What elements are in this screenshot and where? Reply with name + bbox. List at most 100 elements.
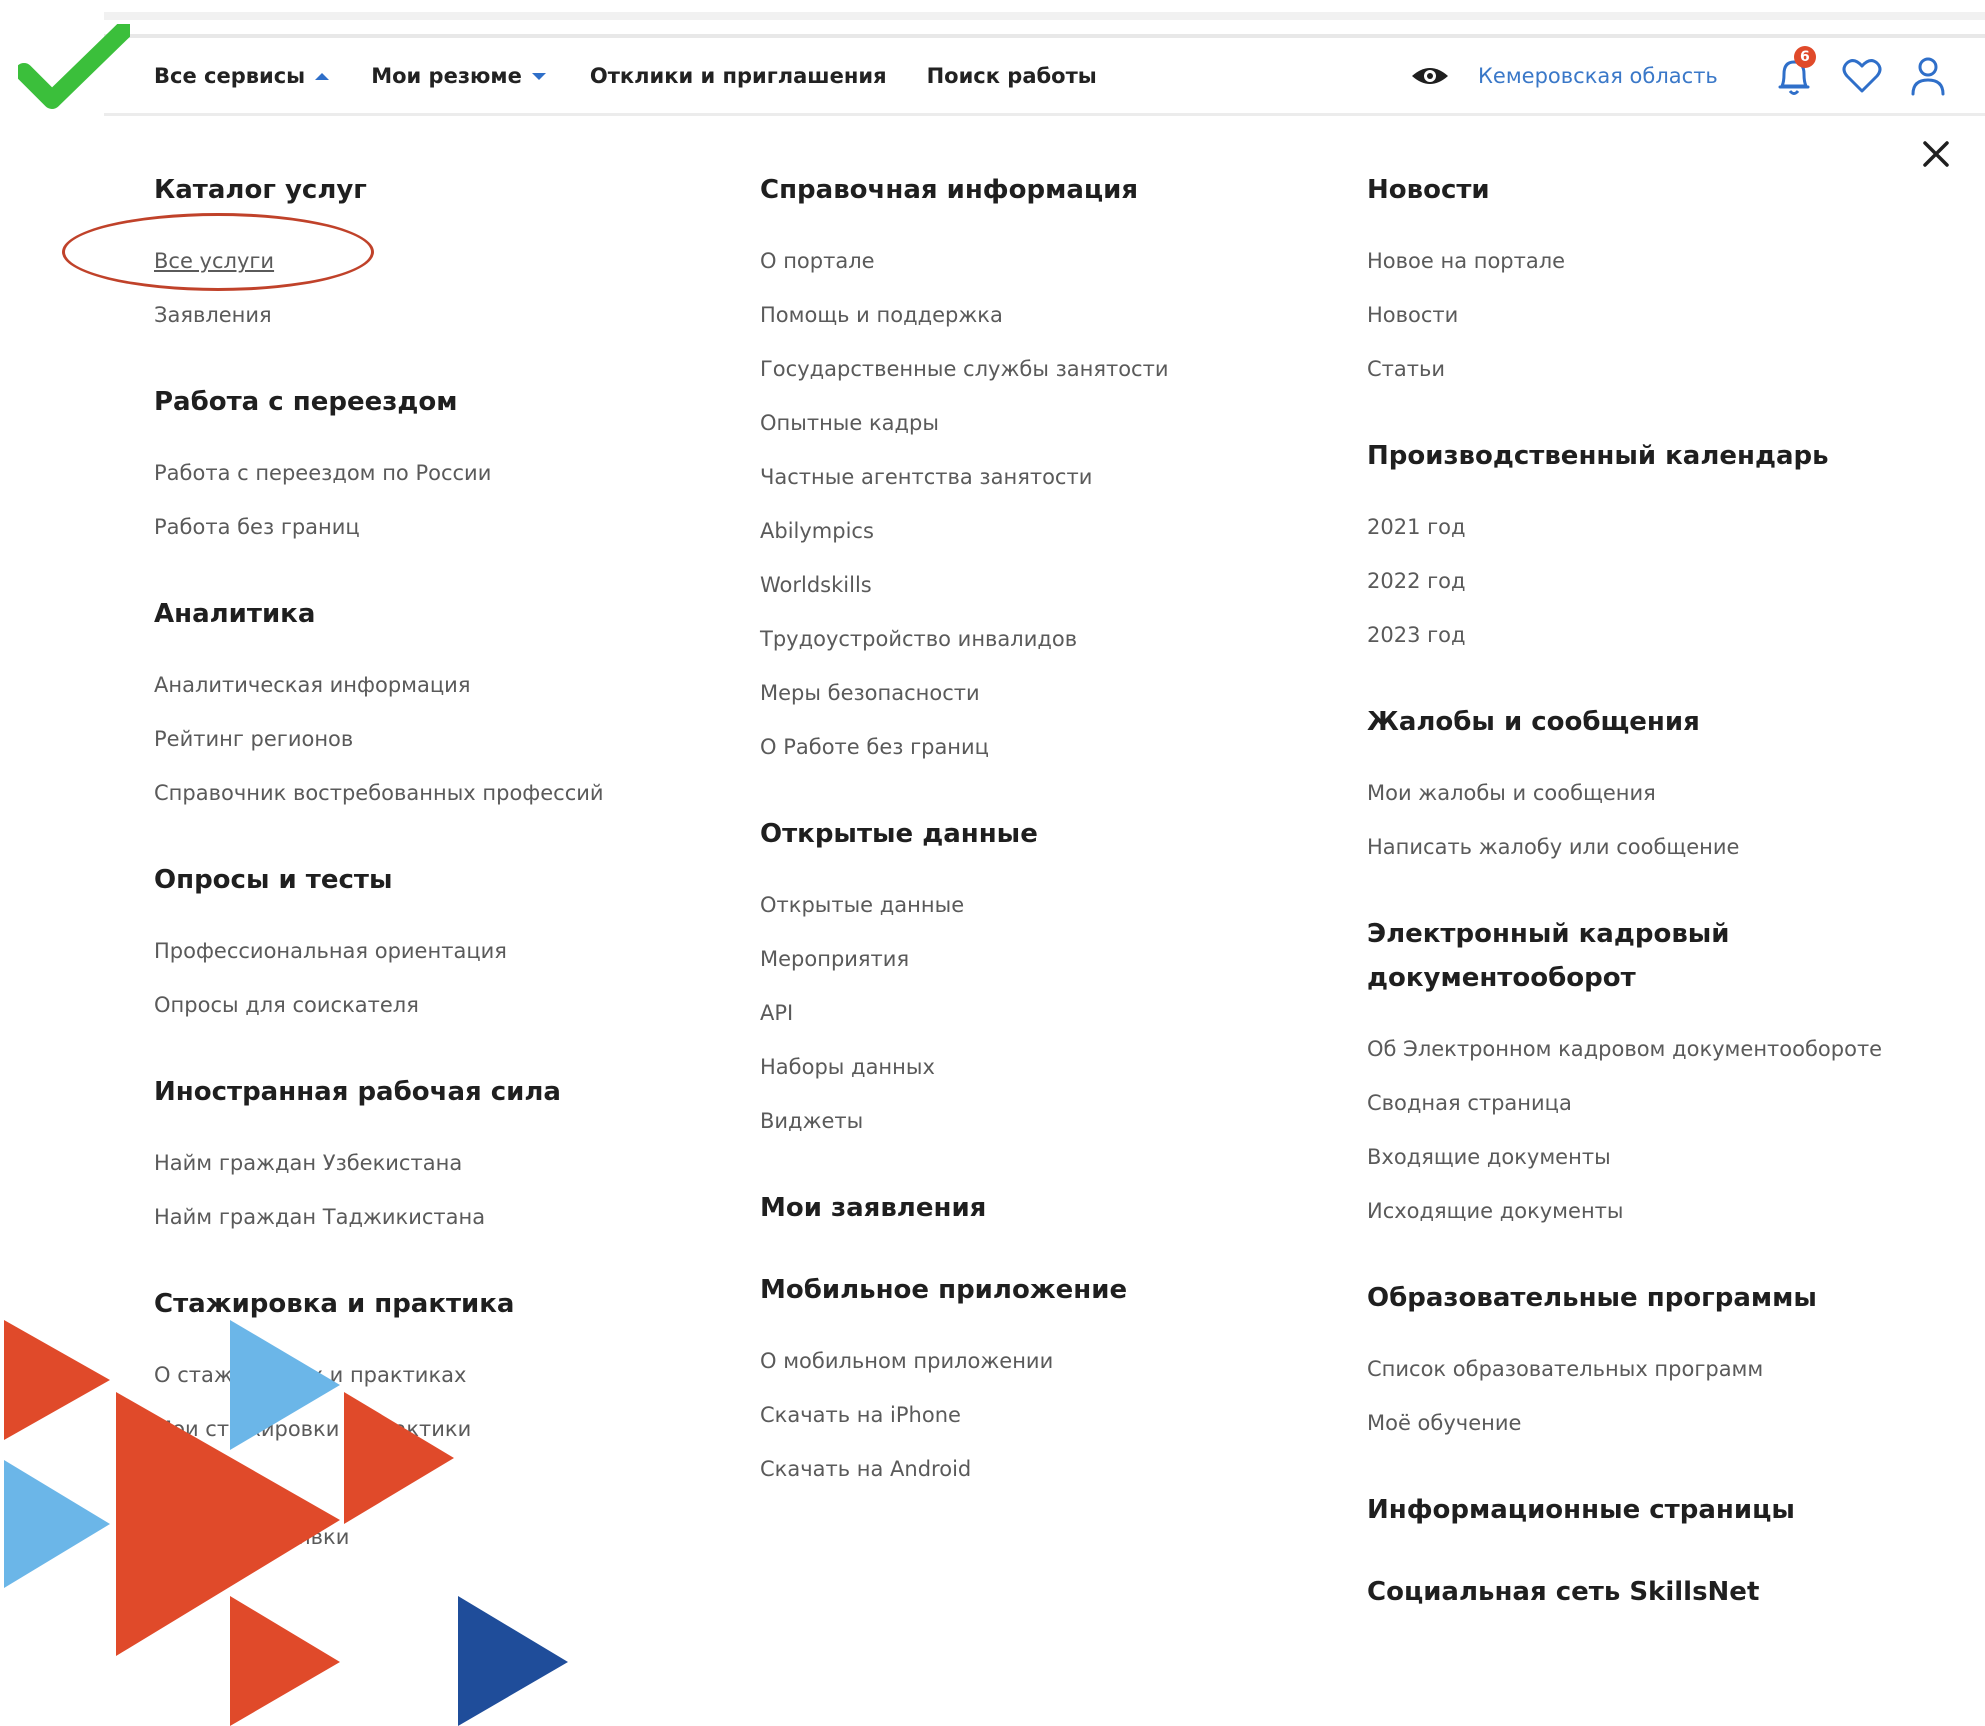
section-news: Новости Новое на портале Новости Статьи	[1367, 168, 1927, 396]
nav-my-resumes-label: Мои резюме	[371, 64, 522, 88]
menu-link[interactable]: Аналитическая информация	[154, 658, 714, 712]
menu-link[interactable]: Найм граждан Узбекистана	[154, 1136, 714, 1190]
section-title: Электронный кадровый документооборот	[1367, 919, 1730, 993]
menu-link[interactable]: Скачать на iPhone	[760, 1388, 1320, 1442]
top-border-2	[104, 34, 1985, 38]
section-title: Новости	[1367, 175, 1490, 205]
section-title: Производственный календарь	[1367, 441, 1829, 471]
menu-link[interactable]: Открытые данные	[760, 878, 1320, 932]
decorative-triangles	[4, 1320, 568, 1726]
menu-link[interactable]: Меры безопасности	[760, 666, 1320, 720]
menu-link[interactable]: О Работе без границ	[760, 720, 1320, 774]
nav-all-services-label: Все сервисы	[154, 64, 306, 88]
menu-column-3: Новости Новое на портале Новости Статьи …	[1367, 168, 1927, 1652]
nav-responses-label: Отклики и приглашения	[589, 64, 887, 88]
menu-link[interactable]: Abilympics	[760, 504, 1320, 558]
menu-link[interactable]: Частные агентства занятости	[760, 450, 1320, 504]
menu-link[interactable]: Моё обучение	[1367, 1396, 1927, 1450]
menu-link[interactable]: API	[760, 986, 1320, 1040]
menu-link[interactable]: Опытные кадры	[760, 396, 1320, 450]
nav-job-search[interactable]: Поиск работы	[927, 64, 1097, 88]
menu-link[interactable]: Worldskills	[760, 558, 1320, 612]
check-mark-logo[interactable]	[18, 24, 130, 110]
section-foreign-workforce: Иностранная рабочая сила Найм граждан Уз…	[154, 1070, 714, 1244]
menu-column-2: Справочная информация О портале Помощь и…	[760, 168, 1320, 1534]
section-title: Мобильное приложение	[760, 1275, 1128, 1305]
eye-icon[interactable]	[1410, 62, 1450, 90]
section-title-link[interactable]: Мои заявления	[760, 1186, 1320, 1230]
menu-link[interactable]: Помощь и поддержка	[760, 288, 1320, 342]
menu-link[interactable]: О мобильном приложении	[760, 1334, 1320, 1388]
menu-link[interactable]: Виджеты	[760, 1094, 1320, 1148]
heart-icon[interactable]	[1842, 57, 1882, 95]
caret-up-icon	[315, 72, 330, 80]
menu-link[interactable]: Мероприятия	[760, 932, 1320, 986]
menu-link[interactable]: Трудоустройство инвалидов	[760, 612, 1320, 666]
menu-link[interactable]: Сводная страница	[1367, 1076, 1927, 1130]
menu-link[interactable]: 2022 год	[1367, 554, 1927, 608]
menu-link[interactable]: Исходящие документы	[1367, 1184, 1927, 1238]
region-selector[interactable]: Кемеровская область	[1478, 64, 1718, 88]
menu-link[interactable]: Рейтинг регионов	[154, 712, 714, 766]
section-title: Образовательные программы	[1367, 1283, 1817, 1313]
section-title: Открытые данные	[760, 819, 1038, 849]
menu-link[interactable]: Написать жалобу или сообщение	[1367, 820, 1927, 874]
menu-link[interactable]: Государственные службы занятости	[760, 342, 1320, 396]
menu-link[interactable]: 2023 год	[1367, 608, 1927, 662]
section-title: Жалобы и сообщения	[1367, 707, 1700, 737]
notifications-button[interactable]: 6	[1774, 46, 1816, 98]
section-title: Каталог услуг	[154, 175, 367, 205]
section-skillsnet: Социальная сеть SkillsNet	[1367, 1570, 1927, 1614]
section-complaints: Жалобы и сообщения Мои жалобы и сообщени…	[1367, 700, 1927, 874]
caret-down-icon	[531, 72, 546, 80]
menu-link[interactable]: Работа с переездом по России	[154, 446, 714, 500]
menu-link[interactable]: Профессиональная ориентация	[154, 924, 714, 978]
menu-link[interactable]: Мои жалобы и сообщения	[1367, 766, 1927, 820]
close-icon[interactable]	[1920, 138, 1952, 170]
section-title: Аналитика	[154, 599, 316, 629]
section-title: Иностранная рабочая сила	[154, 1077, 561, 1107]
section-surveys: Опросы и тесты Профессиональная ориентац…	[154, 858, 714, 1032]
section-analytics: Аналитика Аналитическая информация Рейти…	[154, 592, 714, 820]
menu-link[interactable]: Входящие документы	[1367, 1130, 1927, 1184]
user-icon[interactable]	[1910, 56, 1946, 96]
menu-link[interactable]: Статьи	[1367, 342, 1927, 396]
link-applications[interactable]: Заявления	[154, 288, 714, 342]
section-title-link[interactable]: Социальная сеть SkillsNet	[1367, 1570, 1927, 1614]
header-actions: Кемеровская область 6	[1410, 46, 1946, 100]
section-title: Справочная информация	[760, 175, 1139, 205]
section-title-link[interactable]: Информационные страницы	[1367, 1488, 1927, 1532]
menu-link[interactable]: О портале	[760, 234, 1320, 288]
menu-link[interactable]: Опросы для соискателя	[154, 978, 714, 1032]
nav-job-search-label: Поиск работы	[926, 64, 1097, 88]
highlight-oval	[62, 213, 374, 291]
menu-link[interactable]: Скачать на Android	[760, 1442, 1320, 1496]
header-divider	[104, 113, 1985, 116]
section-education: Образовательные программы Список образов…	[1367, 1276, 1927, 1450]
nav-responses[interactable]: Отклики и приглашения	[590, 64, 887, 88]
menu-link[interactable]: Новости	[1367, 288, 1927, 342]
section-calendar: Производственный календарь 2021 год 2022…	[1367, 434, 1927, 662]
section-mobile-app: Мобильное приложение О мобильном приложе…	[760, 1268, 1320, 1496]
section-reference: Справочная информация О портале Помощь и…	[760, 168, 1320, 774]
nav-all-services[interactable]: Все сервисы	[154, 64, 330, 88]
section-title: Работа с переездом	[154, 387, 458, 417]
section-relocation: Работа с переездом Работа с переездом по…	[154, 380, 714, 554]
menu-link[interactable]: Об Электронном кадровом документообороте	[1367, 1022, 1927, 1076]
section-info-pages: Информационные страницы	[1367, 1488, 1927, 1532]
notification-badge: 6	[1793, 46, 1816, 68]
section-my-applications: Мои заявления	[760, 1186, 1320, 1230]
menu-link[interactable]: Список образовательных программ	[1367, 1342, 1927, 1396]
top-border	[104, 12, 1985, 20]
menu-link[interactable]: Работа без границ	[154, 500, 714, 554]
menu-link[interactable]: Новое на портале	[1367, 234, 1927, 288]
nav-my-resumes[interactable]: Мои резюме	[371, 64, 546, 88]
menu-link[interactable]: Справочник востребованных профессий	[154, 766, 714, 820]
section-hr-docs: Электронный кадровый документооборот Об …	[1367, 912, 1927, 1238]
menu-link[interactable]: Найм граждан Таджикистана	[154, 1190, 714, 1244]
menu-link[interactable]: 2021 год	[1367, 500, 1927, 554]
section-open-data: Открытые данные Открытые данные Мероприя…	[760, 812, 1320, 1148]
main-nav: Все сервисы Мои резюме Отклики и приглаш…	[154, 56, 1097, 96]
menu-link[interactable]: Наборы данных	[760, 1040, 1320, 1094]
section-title: Опросы и тесты	[154, 865, 393, 895]
